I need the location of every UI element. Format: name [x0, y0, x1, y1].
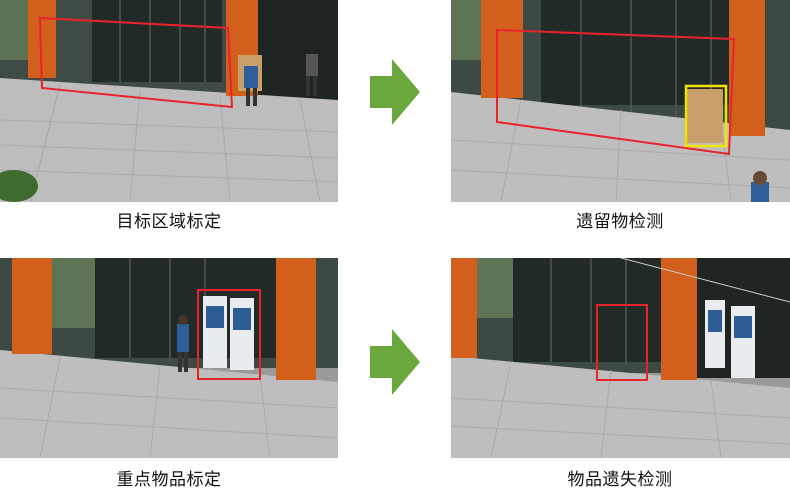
caption-item-calibration: 重点物品标定 [116, 470, 222, 490]
pillar-left [451, 258, 477, 358]
caption-abandoned-detection: 遗留物检测 [576, 212, 664, 232]
caption-loss-detection: 物品遗失检测 [567, 470, 673, 490]
scene-photo-region-calibration [0, 0, 338, 202]
left-behind-box [687, 89, 723, 143]
pillar-left [481, 0, 523, 98]
arrow-right-icon [370, 59, 420, 125]
scene-photo-item-calibration [0, 258, 338, 458]
pillar-left [12, 258, 52, 354]
arrow-right-icon [370, 329, 420, 395]
pillar-right [729, 0, 765, 136]
scene-photo-abandoned-detection [451, 0, 790, 202]
caption-region-calibration: 目标区域标定 [116, 212, 222, 232]
scene-photo-loss-detection [451, 258, 790, 458]
pillar-right [276, 258, 316, 380]
